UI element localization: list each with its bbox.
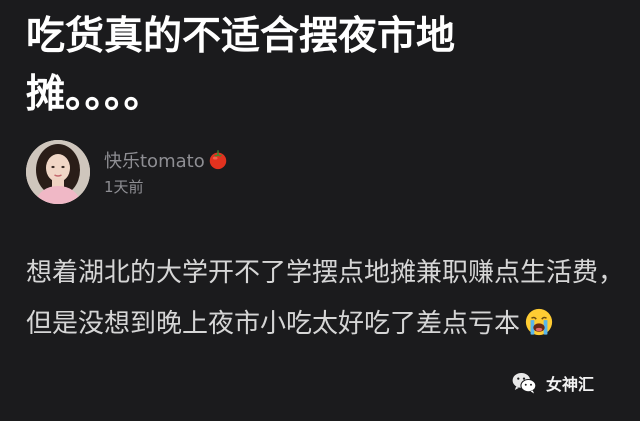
post-title: 吃货真的不适合摆夜市地摊。。。。 xyxy=(26,14,456,117)
author-name-line[interactable]: 快乐tomato xyxy=(104,148,229,173)
tomato-icon xyxy=(209,150,226,170)
author-name[interactable]: 快乐tomato xyxy=(104,151,205,172)
wechat-icon xyxy=(512,372,537,394)
watermark: 女神汇 xyxy=(510,368,630,398)
author-row[interactable]: 快乐tomato 1天前 xyxy=(26,140,426,206)
watermark-label: 女神汇 xyxy=(546,375,595,394)
loudly-crying-face-icon xyxy=(525,308,553,336)
avatar-portrait-icon xyxy=(26,140,90,204)
avatar[interactable] xyxy=(26,140,90,204)
post-time: 1天前 xyxy=(104,178,144,196)
post-card: 吃货真的不适合摆夜市地摊。。。。 快乐tomato 1天前 想着湖北的大学开不了… xyxy=(0,0,640,421)
post-content: 想着湖北的大学开不了学摆点地摊兼职赚点生活费，但是没想到晚上夜市小吃太好吃了差点… xyxy=(26,248,626,350)
